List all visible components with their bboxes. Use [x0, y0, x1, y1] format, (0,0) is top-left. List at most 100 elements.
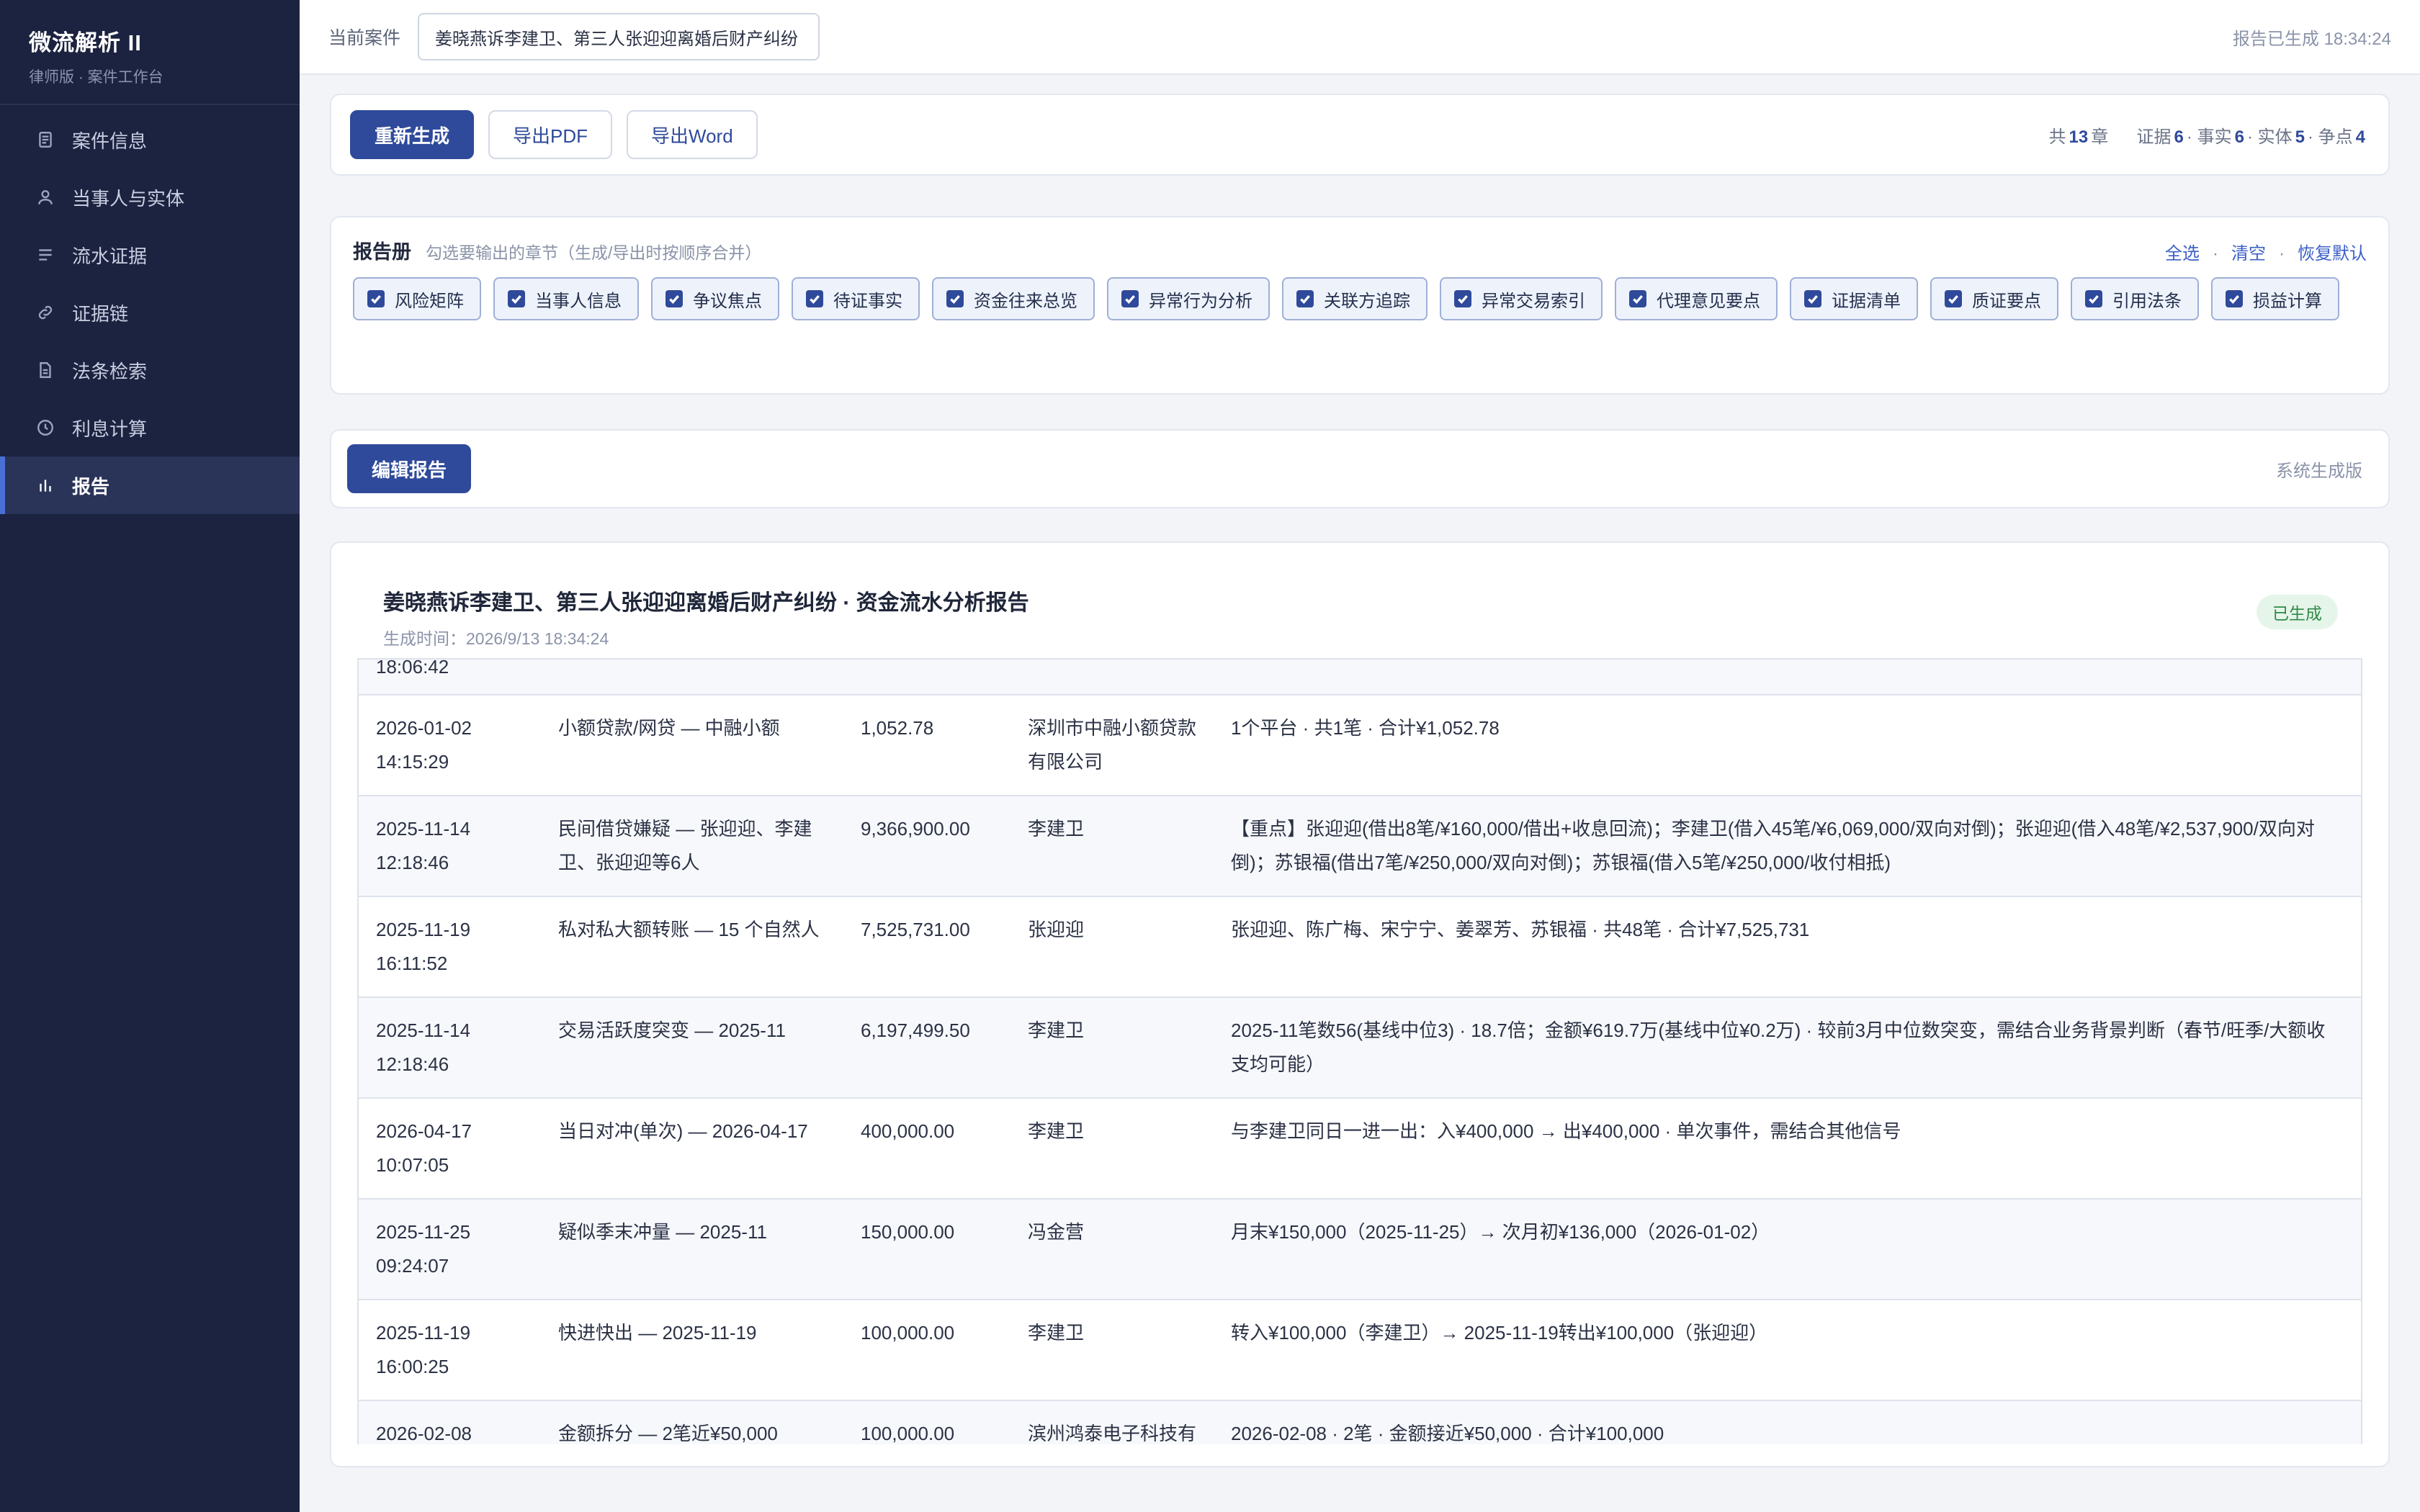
checkbox-checked-icon[interactable] — [1454, 290, 1471, 307]
checkbox-checked-icon[interactable] — [946, 290, 964, 307]
app-title: 微流解析 II — [29, 30, 142, 55]
cell-time: 18:06:42 — [376, 658, 449, 678]
cell-party: 李建卫 — [1010, 1097, 1214, 1200]
chapter-chips: 风险矩阵 当事人信息 争议焦点 待证事实 资金往来总览 异常行为分析 关联方追踪 异常交易索引… — [353, 277, 2367, 333]
entities-count: 5 — [2295, 127, 2305, 147]
chapter-chip-label: 代理意见要点 — [1657, 291, 1760, 311]
chapter-chip[interactable]: 待证事实 — [792, 277, 920, 320]
cell-type: 金额拆分 — 2笔近¥50,000 — [541, 1400, 843, 1444]
chapter-chip[interactable]: 风险矩阵 — [353, 277, 481, 320]
chapter-chip[interactable]: 异常行为分析 — [1107, 277, 1270, 320]
sidebar-item-evidence-chain[interactable]: 证据链 — [0, 284, 300, 341]
case-select[interactable] — [418, 13, 820, 60]
sidebar-item-label: 报告 — [72, 475, 110, 498]
chapters-hint: 勾选要输出的章节（生成/导出时按顺序合并） — [426, 243, 762, 262]
checkbox-checked-icon[interactable] — [1629, 290, 1646, 307]
checkbox-checked-icon[interactable] — [666, 290, 683, 307]
bar-chart-icon — [35, 474, 56, 496]
checkbox-checked-icon[interactable] — [1945, 290, 1962, 307]
chapters-header: 报告册 勾选要输出的章节（生成/导出时按顺序合并） — [353, 236, 2367, 264]
checkbox-checked-icon[interactable] — [2085, 290, 2102, 307]
cell-date: 2026-04-17 — [376, 1120, 472, 1142]
chapter-chip[interactable]: 证据清单 — [1790, 277, 1918, 320]
sidebar-item-label: 法条检索 — [72, 360, 148, 382]
checkbox-checked-icon[interactable] — [806, 290, 823, 307]
toolbar-card: 重新生成 导出PDF 导出Word 共 13 章 证据 6 · 事实 6 · 实体 5 · 争点… — [330, 94, 2390, 176]
chapter-chip-label: 引用法条 — [2112, 291, 2182, 311]
cell-amount: 100,000.00 — [843, 1400, 1010, 1444]
chapter-chip-label: 关联方追踪 — [1324, 291, 1410, 311]
report-status: 报告已生成 18:34:24 — [2232, 29, 2391, 49]
chapter-chip[interactable]: 资金往来总览 — [932, 277, 1095, 320]
cell-type: 小额贷款/网贷 — 中融小额 — [541, 694, 843, 796]
export-word-button[interactable]: 导出Word — [627, 110, 758, 159]
cell-type: 民间借贷嫌疑 — 张迎迎、李建卫、张迎迎等6人 — [541, 795, 843, 897]
table-row: 18:06:42 — [357, 658, 2362, 696]
cell-party: 滨州鸿泰电子科技有限公司 — [1010, 1400, 1214, 1444]
checkbox-checked-icon[interactable] — [1296, 290, 1314, 307]
cell-amount: 9,366,900.00 — [843, 795, 1010, 897]
sidebar-item-label: 案件信息 — [72, 130, 148, 152]
cell-type: 当日对冲(单次) — 2026-04-17 — [541, 1097, 843, 1200]
sidebar-item-interest-calc[interactable]: 利息计算 — [0, 399, 300, 456]
export-pdf-button[interactable]: 导出PDF — [488, 110, 613, 159]
report-stats: 共 13 章 证据 6 · 事实 6 · 实体 5 · 争点 4 — [2048, 127, 2366, 147]
case-label: 当前案件 — [328, 28, 401, 48]
chapters-title: 报告册 — [353, 241, 411, 263]
table-row: 2025-11-14 12:18:46 交易活跃度突变 — 2025-11 6,197… — [357, 996, 2362, 1099]
restore-default-link[interactable]: 恢复默认 — [2298, 244, 2367, 264]
table-row: 2025-11-14 12:18:46 民间借贷嫌疑 — 张迎迎、李建卫、张迎迎等6… — [357, 795, 2362, 897]
chapter-chip-label: 风险矩阵 — [395, 291, 464, 311]
chapter-chip[interactable]: 异常交易索引 — [1440, 277, 1603, 320]
cell-amount: 6,197,499.50 — [843, 996, 1010, 1099]
version-note: 系统生成版 — [2276, 461, 2362, 481]
cell-time: 12:18:46 — [376, 852, 449, 873]
edit-report-button[interactable]: 编辑报告 — [347, 444, 472, 493]
user-icon — [35, 186, 56, 208]
facts-count: 6 — [2234, 127, 2244, 147]
chapter-chip-label: 证据清单 — [1832, 291, 1901, 311]
table-row: 2025-11-19 16:00:25 快进快出 — 2025-11-19 100,0… — [357, 1299, 2362, 1401]
report-header: 姜晓燕诉李建卫、第三人张迎迎离婚后财产纠纷 · 资金流水分析报告 生成时间：20… — [331, 543, 2388, 658]
chapter-chip[interactable]: 损益计算 — [2211, 277, 2339, 320]
table-row: 2026-04-17 10:07:05 当日对冲(单次) — 2026-04-17 4… — [357, 1097, 2362, 1200]
select-all-link[interactable]: 全选 — [2165, 244, 2200, 264]
table-row: 2026-02-0817:37:01金额拆分 — 2笔近¥50,000100,0… — [357, 1400, 2362, 1444]
clear-link[interactable]: 清空 — [2231, 244, 2266, 264]
sidebar-item-label: 流水证据 — [72, 245, 148, 267]
regenerate-button[interactable]: 重新生成 — [350, 110, 475, 159]
cell-detail: 2025-11笔数56(基线中位3) · 18.7倍；金额¥619.7万(基线中… — [1214, 996, 2362, 1099]
cell-amount: 150,000.00 — [843, 1198, 1010, 1300]
chapter-chip[interactable]: 争议焦点 — [651, 277, 779, 320]
anomaly-table-scroll[interactable]: 18:06:42 2026-01-02 14:15:29 小额贷款/网贷 — 中融小… — [357, 658, 2362, 1444]
disputes-count: 4 — [2355, 127, 2365, 147]
chapter-chip[interactable]: 关联方追踪 — [1282, 277, 1428, 320]
document-icon — [35, 129, 56, 150]
sidebar-item-parties[interactable]: 当事人与实体 — [0, 168, 300, 226]
cell-date: 2026-02-08 — [376, 1423, 472, 1444]
cell-date: 2026-01-02 — [376, 717, 472, 739]
chapter-chip[interactable]: 代理意见要点 — [1615, 277, 1778, 320]
chapter-chip[interactable]: 质证要点 — [1930, 277, 2058, 320]
table-row: 2025-11-25 09:24:07 疑似季末冲量 — 2025-11 150,00… — [357, 1198, 2362, 1300]
sidebar-item-law-search[interactable]: 法条检索 — [0, 341, 300, 399]
sidebar-item-case-info[interactable]: 案件信息 — [0, 111, 300, 168]
list-icon — [35, 244, 56, 266]
chapter-chip-label: 异常行为分析 — [1149, 291, 1252, 311]
chapter-chip[interactable]: 当事人信息 — [493, 277, 639, 320]
checkbox-checked-icon[interactable] — [367, 290, 385, 307]
sidebar-item-report[interactable]: 报告 — [0, 456, 300, 514]
checkbox-checked-icon[interactable] — [1804, 290, 1821, 307]
chapters-actions: 全选 · 清空 · 恢复默认 — [2165, 244, 2367, 264]
cell-type: 私对私大额转账 — 15 个自然人 — [541, 896, 843, 998]
report-generated-time: 生成时间：2026/9/13 18:34:24 — [383, 629, 609, 648]
sidebar-item-flow-evidence[interactable]: 流水证据 — [0, 226, 300, 284]
app-subtitle: 律师版 · 案件工作台 — [29, 69, 163, 86]
cell-party: 李建卫 — [1010, 1299, 1214, 1401]
cell-date: 2025-11-14 — [376, 1020, 471, 1041]
chapter-chip[interactable]: 引用法条 — [2071, 277, 2199, 320]
checkbox-checked-icon[interactable] — [1121, 290, 1139, 307]
cell-date: 2025-11-19 — [376, 1322, 471, 1344]
checkbox-checked-icon[interactable] — [508, 290, 525, 307]
checkbox-checked-icon[interactable] — [2226, 290, 2243, 307]
